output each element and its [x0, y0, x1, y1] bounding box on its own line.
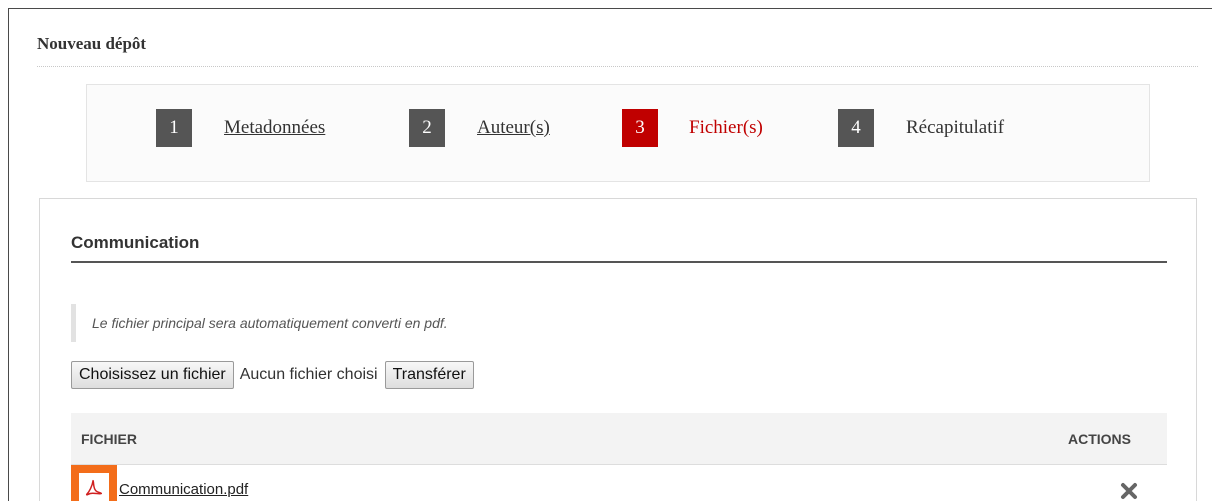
- file-upload-control: Choisissez un fichier Aucun fichier choi…: [71, 361, 474, 389]
- step-recapitulatif: 4 Récapitulatif: [838, 109, 1004, 147]
- step-auteurs[interactable]: 2 Auteur(s): [409, 109, 550, 147]
- choose-file-button[interactable]: Choisissez un fichier: [71, 361, 234, 389]
- acrobat-icon: [85, 479, 103, 496]
- column-header-actions: ACTIONS: [1068, 431, 1131, 447]
- page-title: Nouveau dépôt: [37, 34, 147, 53]
- notice-text: Le fichier principal sera automatiquemen…: [92, 315, 448, 331]
- files-table-header: FICHIER ACTIONS: [71, 413, 1167, 465]
- header-divider: [37, 66, 1198, 67]
- step-link-metadonnees[interactable]: Metadonnées: [224, 117, 325, 139]
- step-number: 3: [622, 109, 658, 147]
- column-header-file: FICHIER: [81, 431, 137, 447]
- files-panel: Communication Le fichier principal sera …: [39, 198, 1197, 501]
- step-number: 2: [409, 109, 445, 147]
- no-file-chosen-text: Aucun fichier choisi: [239, 366, 378, 383]
- pdf-file-icon: [79, 473, 109, 501]
- step-label-fichiers: Fichier(s): [689, 117, 763, 138]
- step-number: 1: [156, 109, 192, 147]
- step-label-recapitulatif: Récapitulatif: [906, 117, 1005, 138]
- step-metadonnees[interactable]: 1 Metadonnées: [156, 109, 325, 147]
- upload-button[interactable]: Transférer: [384, 361, 474, 389]
- delete-icon[interactable]: [1119, 481, 1139, 501]
- conversion-notice: Le fichier principal sera automatiquemen…: [71, 304, 1167, 342]
- wizard-steps: 1 Metadonnées 2 Auteur(s) 3 Fichier(s) 4…: [86, 84, 1150, 182]
- file-link[interactable]: Communication.pdf: [119, 481, 248, 498]
- table-row: Communication.pdf: [71, 465, 1167, 501]
- step-fichiers: 3 Fichier(s): [622, 109, 763, 147]
- step-number: 4: [838, 109, 874, 147]
- section-title: Communication: [71, 233, 200, 252]
- step-link-auteurs[interactable]: Auteur(s): [477, 117, 550, 139]
- pdf-icon: [71, 465, 117, 501]
- section-divider: [71, 261, 1167, 263]
